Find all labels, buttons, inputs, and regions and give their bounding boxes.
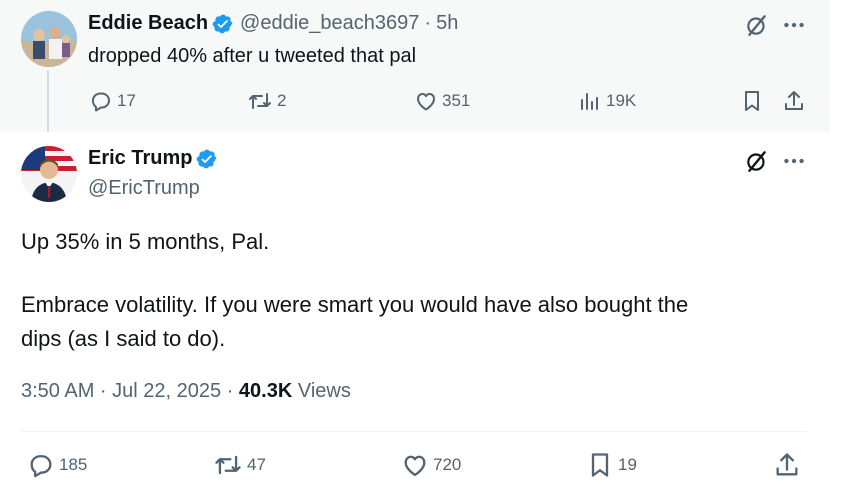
reply-author-handle[interactable]: @eddie_beach3697 <box>240 12 419 35</box>
main-author-name[interactable]: Eric Trump <box>88 147 192 170</box>
more-icon[interactable] <box>781 12 807 38</box>
reply-views-button[interactable]: 19K <box>578 89 636 113</box>
repost-count: 47 <box>247 455 266 474</box>
reply-count: 185 <box>59 455 88 474</box>
reply-tweet[interactable]: Eddie Beach @eddie_beach3697 · 5h droppe… <box>0 0 830 132</box>
share-icon[interactable] <box>782 89 806 113</box>
reply-repost-button[interactable]: 2 <box>247 89 286 113</box>
repost-icon <box>249 93 271 109</box>
like-icon <box>417 93 435 111</box>
reply-time[interactable]: 5h <box>436 12 458 35</box>
reply-views-count: 19K <box>606 91 637 110</box>
tweet-views-count: 40.3K <box>238 380 293 402</box>
grok-icon[interactable] <box>744 148 770 174</box>
like-button[interactable]: 720 <box>401 451 461 479</box>
reply-icon <box>92 92 110 112</box>
tweet-text-line-1: Up 35% in 5 months, Pal. <box>21 229 270 254</box>
bookmark-count: 19 <box>618 455 637 474</box>
verified-badge-icon <box>197 149 217 168</box>
repost-icon <box>215 455 241 475</box>
reply-author-avatar[interactable] <box>21 11 77 67</box>
divider <box>21 431 807 432</box>
separator-dot: · <box>424 12 432 34</box>
reply-button[interactable]: 185 <box>27 451 87 479</box>
reply-repost-count: 2 <box>277 91 287 110</box>
tweet-views-label: Views <box>292 380 351 402</box>
reply-reply-count: 17 <box>117 91 136 110</box>
reply-reply-button[interactable]: 17 <box>89 89 136 113</box>
bookmark-button[interactable]: 19 <box>586 451 637 479</box>
grok-icon[interactable] <box>744 12 770 38</box>
main-author-avatar[interactable] <box>21 146 77 202</box>
like-count: 720 <box>433 455 462 474</box>
reply-author-name[interactable]: Eddie Beach <box>88 12 208 35</box>
reply-like-button[interactable]: 351 <box>414 89 470 113</box>
thread-line <box>47 70 49 132</box>
repost-button[interactable]: 47 <box>213 451 266 479</box>
reply-text: dropped 40% after u tweeted that pal <box>88 45 417 67</box>
like-icon <box>404 455 426 477</box>
more-icon[interactable] <box>781 148 807 174</box>
views-icon <box>581 93 598 110</box>
tweet-text-line-3: dips (as I said to do). <box>21 326 226 351</box>
tweet-timestamp[interactable]: 3:50 AM · Jul 22, 2025 · <box>21 380 239 402</box>
reply-icon <box>30 455 52 478</box>
share-icon[interactable] <box>773 451 801 479</box>
main-author-handle[interactable]: @EricTrump <box>88 177 200 200</box>
bookmark-icon <box>591 453 609 477</box>
verified-badge-icon <box>212 14 233 33</box>
bookmark-icon[interactable] <box>740 89 764 113</box>
tweet-meta: 3:50 AM · Jul 22, 2025 · 40.3K Views <box>21 380 351 403</box>
tweet-text-line-2: Embrace volatility. If you were smart yo… <box>21 292 689 317</box>
reply-like-count: 351 <box>442 91 471 110</box>
